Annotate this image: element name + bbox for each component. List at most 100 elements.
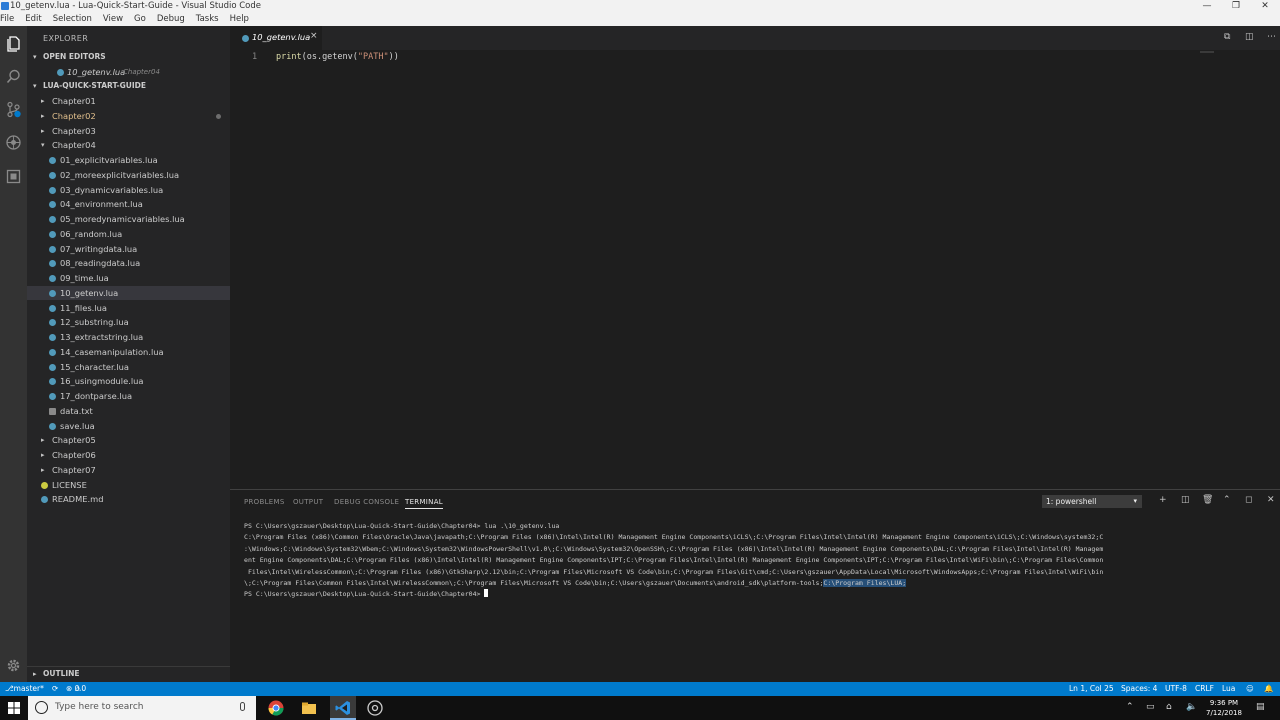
file-explorer-icon[interactable] <box>300 699 318 717</box>
folder-chapter05[interactable]: ▸ Chapter05 <box>27 433 230 448</box>
close-tab-icon[interactable]: × <box>310 31 318 41</box>
file-item[interactable]: README.md <box>27 492 230 507</box>
branch-status[interactable]: ⎇ master* <box>5 682 44 696</box>
minimize-button[interactable]: — <box>1194 0 1220 12</box>
file-item[interactable]: 05_moredynamicvariables.lua <box>27 212 230 227</box>
open-changes-icon[interactable]: ⧉ <box>1224 32 1230 42</box>
minimap[interactable] <box>1200 51 1214 53</box>
battery-icon[interactable]: ▭ <box>1146 702 1155 712</box>
code-line[interactable]: print(os.getenv("PATH")) <box>276 52 399 62</box>
file-item[interactable]: 02_moreexplicitvariables.lua <box>27 168 230 183</box>
file-item[interactable]: 09_time.lua <box>27 271 230 286</box>
tray-chevron-up-icon[interactable]: ⌃ <box>1126 702 1134 712</box>
file-item[interactable]: 11_files.lua <box>27 301 230 316</box>
file-item[interactable]: 12_substring.lua <box>27 315 230 330</box>
folder-chapter06[interactable]: ▸ Chapter06 <box>27 448 230 463</box>
file-item[interactable]: 16_usingmodule.lua <box>27 374 230 389</box>
file-item[interactable]: 15_character.lua <box>27 360 230 375</box>
eol-status[interactable]: CRLF <box>1195 682 1214 696</box>
new-terminal-icon[interactable]: + <box>1159 495 1167 505</box>
menu-bar: File Edit Selection View Go Debug Tasks Help <box>0 12 1280 26</box>
extensions-icon[interactable] <box>5 168 22 185</box>
network-icon[interactable]: ⌂ <box>1166 702 1172 712</box>
terminal-output[interactable]: PS C:\Users\gszauer\Desktop\Lua-Quick-St… <box>244 521 1274 601</box>
file-item[interactable]: save.lua <box>27 419 230 434</box>
file-item[interactable]: 14_casemanipulation.lua <box>27 345 230 360</box>
windows-taskbar: Type here to search ⌃ ▭ ⌂ 🔈 9:36 PM 7/12… <box>0 696 1280 720</box>
panel-layout-icon[interactable]: ◻ <box>1245 495 1252 505</box>
lua-file-icon <box>49 378 56 386</box>
text-file-icon <box>49 407 56 415</box>
more-actions-icon[interactable]: ⋯ <box>1267 32 1276 42</box>
split-terminal-icon[interactable]: ◫ <box>1181 495 1190 505</box>
language-status[interactable]: Lua <box>1222 682 1235 696</box>
cursor-position[interactable]: Ln 1, Col 25 <box>1069 682 1114 696</box>
project-header[interactable]: ▾ LUA-QUICK-START-GUIDE <box>27 79 230 93</box>
encoding-status[interactable]: UTF-8 <box>1165 682 1187 696</box>
folder-chapter01[interactable]: ▸ Chapter01 <box>27 94 230 109</box>
file-item[interactable]: 04_environment.lua <box>27 197 230 212</box>
menu-file[interactable]: File <box>0 12 14 26</box>
manage-gear-icon[interactable] <box>5 657 22 674</box>
vscode-icon[interactable] <box>334 699 352 717</box>
tab-debug-console[interactable]: DEBUG CONSOLE <box>334 498 399 506</box>
microphone-icon[interactable] <box>240 702 245 711</box>
restore-button[interactable]: ❐ <box>1223 0 1249 12</box>
search-icon[interactable] <box>5 68 22 85</box>
open-editors-header[interactable]: ▾ OPEN EDITORS <box>27 50 230 64</box>
volume-icon[interactable]: 🔈 <box>1186 702 1197 712</box>
tab-terminal[interactable]: TERMINAL <box>405 498 443 509</box>
file-item[interactable]: 17_dontparse.lua <box>27 389 230 404</box>
taskbar-clock[interactable]: 9:36 PM 7/12/2018 <box>1202 698 1246 718</box>
folder-chapter03[interactable]: ▸ Chapter03 <box>27 124 230 139</box>
indentation-status[interactable]: Spaces: 4 <box>1121 682 1157 696</box>
notifications-icon[interactable]: 🔔 <box>1264 682 1273 696</box>
kill-terminal-icon[interactable]: 🗑 <box>1202 495 1213 505</box>
problems-status[interactable]: ⊗ 0 ⚠ 0 <box>66 682 86 696</box>
file-item[interactable]: LICENSE <box>27 478 230 493</box>
sync-icon[interactable]: ⟳ <box>52 682 58 696</box>
folder-chapter02[interactable]: ▸ Chapter02 <box>27 109 230 124</box>
menu-go[interactable]: Go <box>134 12 146 26</box>
explorer-icon[interactable] <box>5 35 22 52</box>
menu-tasks[interactable]: Tasks <box>196 12 219 26</box>
close-panel-icon[interactable]: ✕ <box>1267 495 1275 505</box>
explorer-sidebar: EXPLORER ▾ OPEN EDITORS 10_getenv.lua Ch… <box>7 26 230 682</box>
maximize-panel-icon[interactable]: ⌃ <box>1223 495 1231 505</box>
menu-help[interactable]: Help <box>230 12 249 26</box>
chrome-icon[interactable] <box>267 699 285 717</box>
lua-file-icon <box>49 201 56 209</box>
file-item[interactable]: 03_dynamicvariables.lua <box>27 183 230 198</box>
close-window-button[interactable]: ✕ <box>1252 0 1278 12</box>
file-item[interactable]: 10_getenv.lua <box>27 285 230 301</box>
menu-selection[interactable]: Selection <box>53 12 92 26</box>
terminal-select[interactable]: 1: powershell ▾ <box>1042 495 1142 508</box>
terminal-cursor <box>484 589 489 598</box>
file-item[interactable]: 07_writingdata.lua <box>27 242 230 257</box>
menu-view[interactable]: View <box>103 12 123 26</box>
code-editor[interactable]: 1 print(os.getenv("PATH")) <box>230 50 1280 489</box>
tab-problems[interactable]: PROBLEMS <box>244 498 285 506</box>
file-item[interactable]: 08_readingdata.lua <box>27 256 230 271</box>
file-item[interactable]: data.txt <box>27 404 230 419</box>
tab-10-getenv[interactable]: 10_getenv.lua × <box>230 26 322 50</box>
debug-icon[interactable] <box>5 134 22 151</box>
file-item[interactable]: 01_explicitvariables.lua <box>27 153 230 168</box>
file-item[interactable]: 13_extractstring.lua <box>27 330 230 345</box>
menu-edit[interactable]: Edit <box>25 12 41 26</box>
outline-header[interactable]: ▸ OUTLINE <box>27 666 230 682</box>
menu-debug[interactable]: Debug <box>157 12 185 26</box>
feedback-icon[interactable]: ☺ <box>1246 682 1254 696</box>
folder-chapter07[interactable]: ▸ Chapter07 <box>27 463 230 478</box>
folder-chapter04[interactable]: ▾ Chapter04 <box>27 138 230 153</box>
app-icon[interactable] <box>366 699 384 717</box>
windows-start-icon[interactable] <box>8 702 20 714</box>
split-editor-icon[interactable]: ◫ <box>1245 32 1254 42</box>
open-editor-item[interactable]: 10_getenv.lua Chapter04 <box>27 65 230 80</box>
tab-output[interactable]: OUTPUT <box>293 498 323 506</box>
action-center-icon[interactable]: ▤ <box>1256 702 1265 712</box>
source-control-icon[interactable] <box>5 101 22 118</box>
lua-file-icon <box>49 304 56 312</box>
taskbar-search[interactable]: Type here to search <box>28 696 256 720</box>
file-item[interactable]: 06_random.lua <box>27 227 230 242</box>
